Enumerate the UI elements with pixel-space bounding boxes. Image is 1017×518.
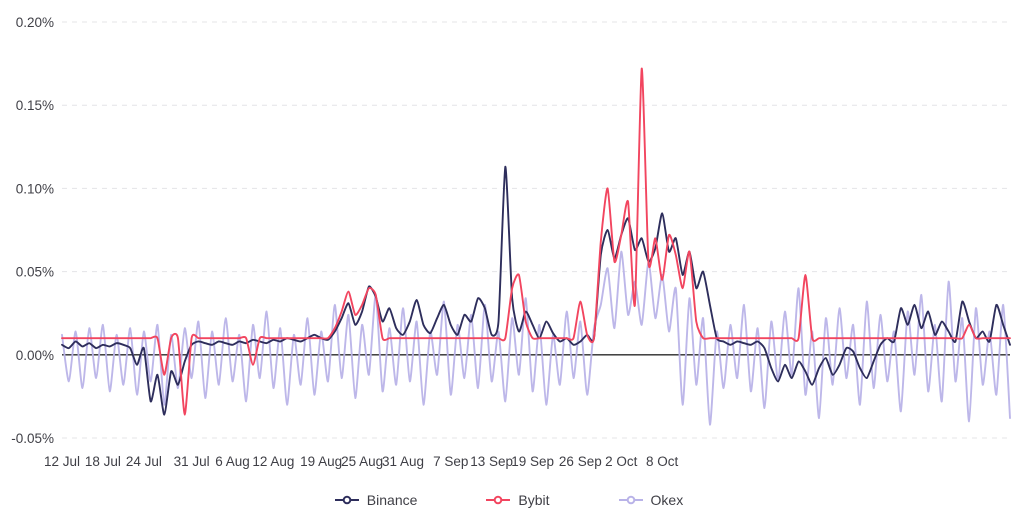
y-axis-tick-label: 0.00% <box>16 348 54 363</box>
x-axis-tick-label: 13 Sep <box>470 454 513 469</box>
series-line-binance <box>61 165 1011 416</box>
series-lines <box>61 67 1011 426</box>
x-axis-tick-label: 26 Sep <box>559 454 602 469</box>
x-axis-tick-label: 19 Sep <box>511 454 554 469</box>
legend-item-binance[interactable]: Binance <box>334 492 418 508</box>
legend-marker-icon <box>618 495 643 505</box>
x-axis-tick-label: 31 Jul <box>174 454 210 469</box>
y-axis-tick-label: 0.15% <box>16 98 54 113</box>
legend-marker-icon <box>334 495 359 505</box>
x-axis-tick-label: 12 Jul <box>44 454 80 469</box>
x-axis-tick-label: 19 Aug <box>300 454 342 469</box>
x-axis-tick-label: 18 Jul <box>85 454 121 469</box>
x-axis-tick-label: 25 Aug <box>341 454 383 469</box>
y-axis-tick-label: -0.05% <box>11 431 54 446</box>
chart-legend: Binance Bybit Okex <box>0 485 1017 515</box>
y-axis-tick-labels: -0.05% 0.00% 0.05% 0.10% 0.15% 0.20% <box>11 15 54 446</box>
funding-rate-chart: -0.05% 0.00% 0.05% 0.10% 0.15% 0.20% 12 Jul 18… <box>0 0 1017 518</box>
x-axis-tick-label: 12 Aug <box>252 454 294 469</box>
x-axis-tick-label: 31 Aug <box>382 454 424 469</box>
legend-label: Binance <box>366 492 418 508</box>
legend-item-bybit[interactable]: Bybit <box>485 492 550 508</box>
y-axis-tick-label: 0.20% <box>16 15 54 30</box>
y-axis-tick-label: 0.05% <box>16 265 54 280</box>
legend-marker-icon <box>486 495 511 505</box>
x-axis-tick-label: 7 Sep <box>433 454 468 469</box>
legend-item-okex[interactable]: Okex <box>618 492 684 508</box>
y-axis-tick-label: 0.10% <box>16 181 54 196</box>
x-axis-tick-label: 24 Jul <box>126 454 162 469</box>
legend-label: Okex <box>650 492 684 508</box>
x-axis-tick-label: 6 Aug <box>215 454 250 469</box>
x-axis-tick-labels: 12 Jul 18 Jul 24 Jul 31 Jul 6 Aug 12 Aug 19 Au… <box>44 454 679 469</box>
x-axis-tick-label: 8 Oct <box>646 454 679 469</box>
x-axis-tick-label: 2 Oct <box>605 454 638 469</box>
chart-plot-area: -0.05% 0.00% 0.05% 0.10% 0.15% 0.20% 12 Jul 18… <box>11 15 1011 469</box>
legend-label: Bybit <box>518 492 550 508</box>
